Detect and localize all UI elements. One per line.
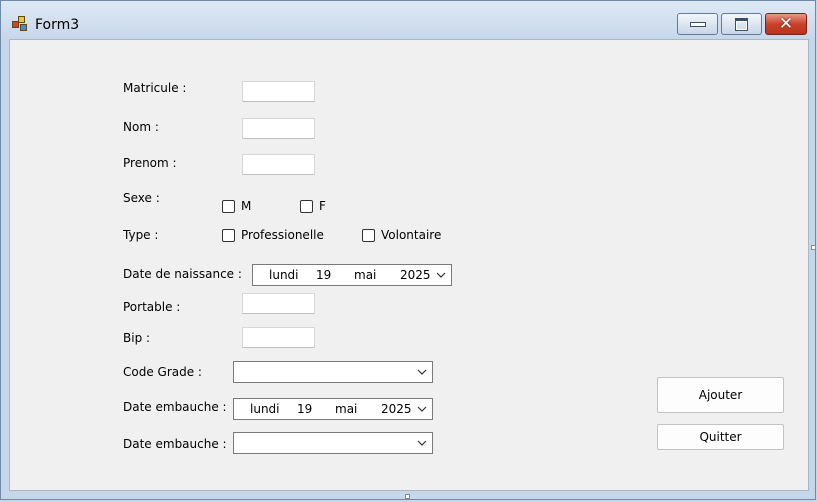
form-app-icon (12, 16, 28, 32)
dtp-year[interactable]: 2025 (400, 268, 431, 282)
form-client-area: Matricule : Nom : Prenom : Sexe : M F Ty… (9, 39, 809, 491)
dtp-day-name[interactable]: lundi (269, 268, 299, 282)
type-pro-checkbox[interactable]: Professionelle (222, 228, 324, 242)
date-embauche-label: Date embauche : (123, 400, 227, 414)
dtp-month[interactable]: mai (354, 268, 376, 282)
window-title: Form3 (35, 17, 80, 33)
code-grade-combobox[interactable] (233, 361, 433, 383)
resize-handle-bottom[interactable] (405, 494, 410, 499)
type-vol-label: Volontaire (381, 228, 442, 242)
close-icon: ✕ (778, 13, 794, 34)
chevron-down-icon[interactable] (417, 367, 427, 377)
resize-handle-right[interactable] (811, 245, 816, 250)
chevron-down-icon[interactable] (417, 404, 427, 414)
checkbox-box[interactable] (222, 228, 235, 242)
form-window: Form3 ✕ Matricule : Nom : Prenom : Sexe … (0, 0, 816, 500)
date-embauche-2-combobox[interactable] (233, 432, 433, 454)
code-grade-label: Code Grade : (123, 365, 202, 379)
maximize-button[interactable] (721, 13, 762, 35)
date-embauche-picker[interactable]: lundi 19 mai 2025 (233, 398, 433, 420)
sexe-label: Sexe : (123, 191, 160, 205)
prenom-input[interactable] (242, 154, 315, 175)
portable-label: Portable : (123, 300, 181, 314)
portable-input[interactable] (242, 293, 315, 314)
minimize-button[interactable] (677, 13, 718, 35)
date-naissance-label: Date de naissance : (123, 267, 242, 281)
prenom-label: Prenom : (123, 156, 177, 170)
sexe-m-label: M (241, 199, 252, 213)
type-label: Type : (123, 228, 159, 242)
title-bar[interactable]: Form3 ✕ (1, 1, 815, 39)
type-vol-checkbox[interactable]: Volontaire (362, 228, 441, 242)
date-embauche-2-label: Date embauche : (123, 437, 227, 451)
dtp-year[interactable]: 2025 (381, 402, 412, 416)
minimize-icon (689, 21, 706, 27)
bip-label: Bip : (123, 331, 151, 345)
dtp-day-name[interactable]: lundi (250, 402, 280, 416)
chevron-down-icon[interactable] (417, 438, 427, 448)
sexe-f-checkbox[interactable]: F (300, 199, 326, 213)
date-naissance-picker[interactable]: lundi 19 mai 2025 (252, 264, 452, 286)
checkbox-box[interactable] (300, 199, 313, 213)
nom-label: Nom : (123, 120, 159, 134)
type-pro-label: Professionelle (241, 228, 324, 242)
dtp-month[interactable]: mai (335, 402, 357, 416)
bip-input[interactable] (242, 327, 315, 348)
quitter-button[interactable]: Quitter (657, 424, 784, 450)
dtp-day[interactable]: 19 (297, 402, 312, 416)
matricule-input[interactable] (242, 81, 315, 102)
sexe-m-checkbox[interactable]: M (222, 199, 251, 213)
ajouter-button[interactable]: Ajouter (657, 377, 784, 413)
maximize-icon (735, 17, 748, 31)
chevron-down-icon[interactable] (436, 270, 446, 280)
matricule-label: Matricule : (123, 81, 187, 95)
checkbox-box[interactable] (222, 199, 235, 213)
sexe-f-label: F (319, 199, 326, 213)
checkbox-box[interactable] (362, 228, 375, 242)
nom-input[interactable] (242, 118, 315, 139)
dtp-day[interactable]: 19 (316, 268, 331, 282)
close-button[interactable]: ✕ (765, 13, 807, 35)
